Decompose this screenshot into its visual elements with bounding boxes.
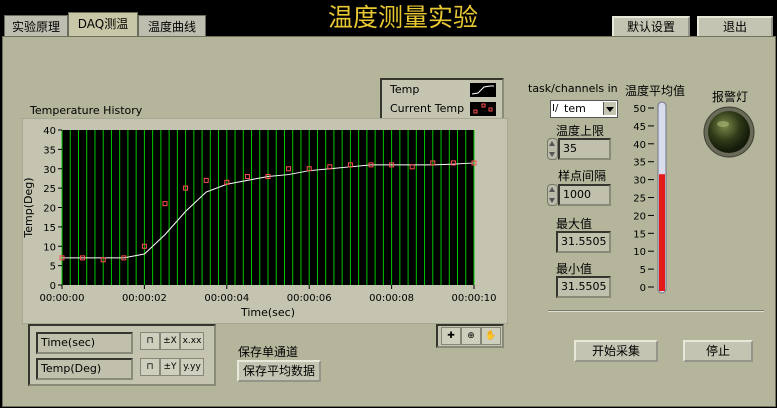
save-label: 保存单通道: [238, 345, 299, 359]
thermometer-tick-label: 10: [633, 247, 646, 258]
stop-button[interactable]: 停止: [683, 340, 753, 362]
y-tick-label: 30: [43, 165, 56, 176]
thermometer-tick-label: 20: [633, 211, 646, 222]
start-acquisition-button[interactable]: 开始采集: [574, 340, 658, 362]
upper-limit-spinner[interactable]: [547, 138, 558, 160]
alarm-light: [703, 106, 755, 158]
max-label: 最大值: [556, 217, 593, 231]
legend-current-temp-swatch: [470, 102, 496, 116]
interval-label: 样点间隔: [558, 169, 607, 183]
thermometer-tick-label: 25: [633, 194, 646, 205]
tab-principle[interactable]: 实验原理: [4, 15, 68, 38]
max-value: 31.5505: [556, 231, 611, 253]
task-value: tem: [564, 102, 586, 115]
pan-hand-icon[interactable]: ✋: [481, 327, 501, 345]
x-tick-label: 00:00:10: [452, 293, 497, 304]
min-label: 最小值: [556, 262, 593, 276]
tab-daq[interactable]: DAQ测温: [68, 12, 138, 36]
temperature-chart: 0 5 10 15 20 25 30 35 40 00:00:00 00:00:02 00:00:04…: [22, 118, 508, 324]
y-tick-label: 35: [43, 145, 56, 156]
legend-temp-label: Temp: [390, 83, 420, 96]
y-format-icon[interactable]: y.yy: [180, 358, 204, 376]
lock-icon[interactable]: ⊓: [140, 358, 160, 376]
interval-field[interactable]: 1000: [558, 184, 611, 206]
x-tick-label: 00:00:06: [287, 293, 332, 304]
task-label: task/channels in: [528, 82, 618, 95]
thermometer-tick-label: 30: [633, 176, 646, 187]
legend-temp-swatch: [470, 83, 496, 97]
y-tick-label: 5: [50, 262, 56, 273]
tab-curve[interactable]: 温度曲线: [138, 15, 206, 38]
interval-spinner[interactable]: [547, 184, 558, 206]
x-tick-label: 00:00:04: [204, 293, 249, 304]
thermometer-tick-label: 5: [640, 265, 646, 276]
thermometer-tick-label: 0: [640, 283, 646, 294]
x-format-icon[interactable]: x.xx: [180, 332, 204, 350]
thermometer-tick-label: 50: [633, 104, 646, 115]
alarm-label: 报警灯: [712, 90, 749, 104]
cursor-time-field[interactable]: Time(sec): [36, 332, 133, 354]
cursor-temp-field[interactable]: Temp(Deg): [36, 358, 133, 380]
thermometer-tick-label: 45: [633, 122, 646, 133]
y-tick-label: 20: [43, 204, 56, 215]
thermometer-tick-label: 35: [633, 158, 646, 169]
divider: [548, 310, 764, 312]
x-tick-label: 00:00:08: [369, 293, 414, 304]
task-select[interactable]: I/ tem: [550, 100, 618, 118]
thermometer-fill: [659, 174, 665, 291]
upper-limit-field[interactable]: 35: [558, 138, 611, 160]
y-tick-label: 15: [43, 223, 56, 234]
crosshair-icon[interactable]: ✚: [441, 327, 461, 345]
dropdown-arrow-icon[interactable]: [603, 102, 616, 115]
io-icon: I/: [552, 103, 559, 114]
thermometer-tick-label: 40: [633, 140, 646, 151]
graph-palette: ✚ ⊕ ✋: [436, 324, 504, 348]
thermometer-label: 温度平均值: [625, 84, 686, 98]
x-tick-label: 00:00:00: [40, 293, 85, 304]
default-settings-button[interactable]: 默认设置: [612, 16, 690, 38]
legend-current-temp-label: Current Temp: [390, 102, 465, 115]
thermometer: 50454035302520151050: [633, 101, 667, 294]
upper-limit-label: 温度上限: [556, 124, 605, 138]
y-tick-label: 10: [43, 242, 56, 253]
chart-title: Temperature History: [30, 104, 143, 117]
x-axis-label: Time(sec): [240, 306, 295, 319]
y-tick-label: 25: [43, 184, 56, 195]
cursor-panel: Time(sec) ⊓ ±X x.xx Temp(Deg) ⊓ ±Y y.yy: [28, 324, 216, 386]
x-tick-label: 00:00:02: [122, 293, 167, 304]
exit-button[interactable]: 退出: [697, 16, 773, 38]
lock-icon[interactable]: ⊓: [140, 332, 160, 350]
y-scale-icon[interactable]: ±Y: [160, 358, 180, 376]
y-tick-label: 40: [43, 126, 56, 137]
y-tick-label: 0: [50, 281, 56, 292]
min-value: 31.5505: [556, 276, 611, 298]
thermometer-tick-label: 15: [633, 229, 646, 240]
zoom-icon[interactable]: ⊕: [461, 327, 481, 345]
save-average-button[interactable]: 保存平均数据: [237, 360, 321, 382]
window-title: 温度测量实验: [298, 0, 508, 34]
x-scale-icon[interactable]: ±X: [160, 332, 180, 350]
y-axis-label: Temp(Deg): [22, 177, 35, 238]
